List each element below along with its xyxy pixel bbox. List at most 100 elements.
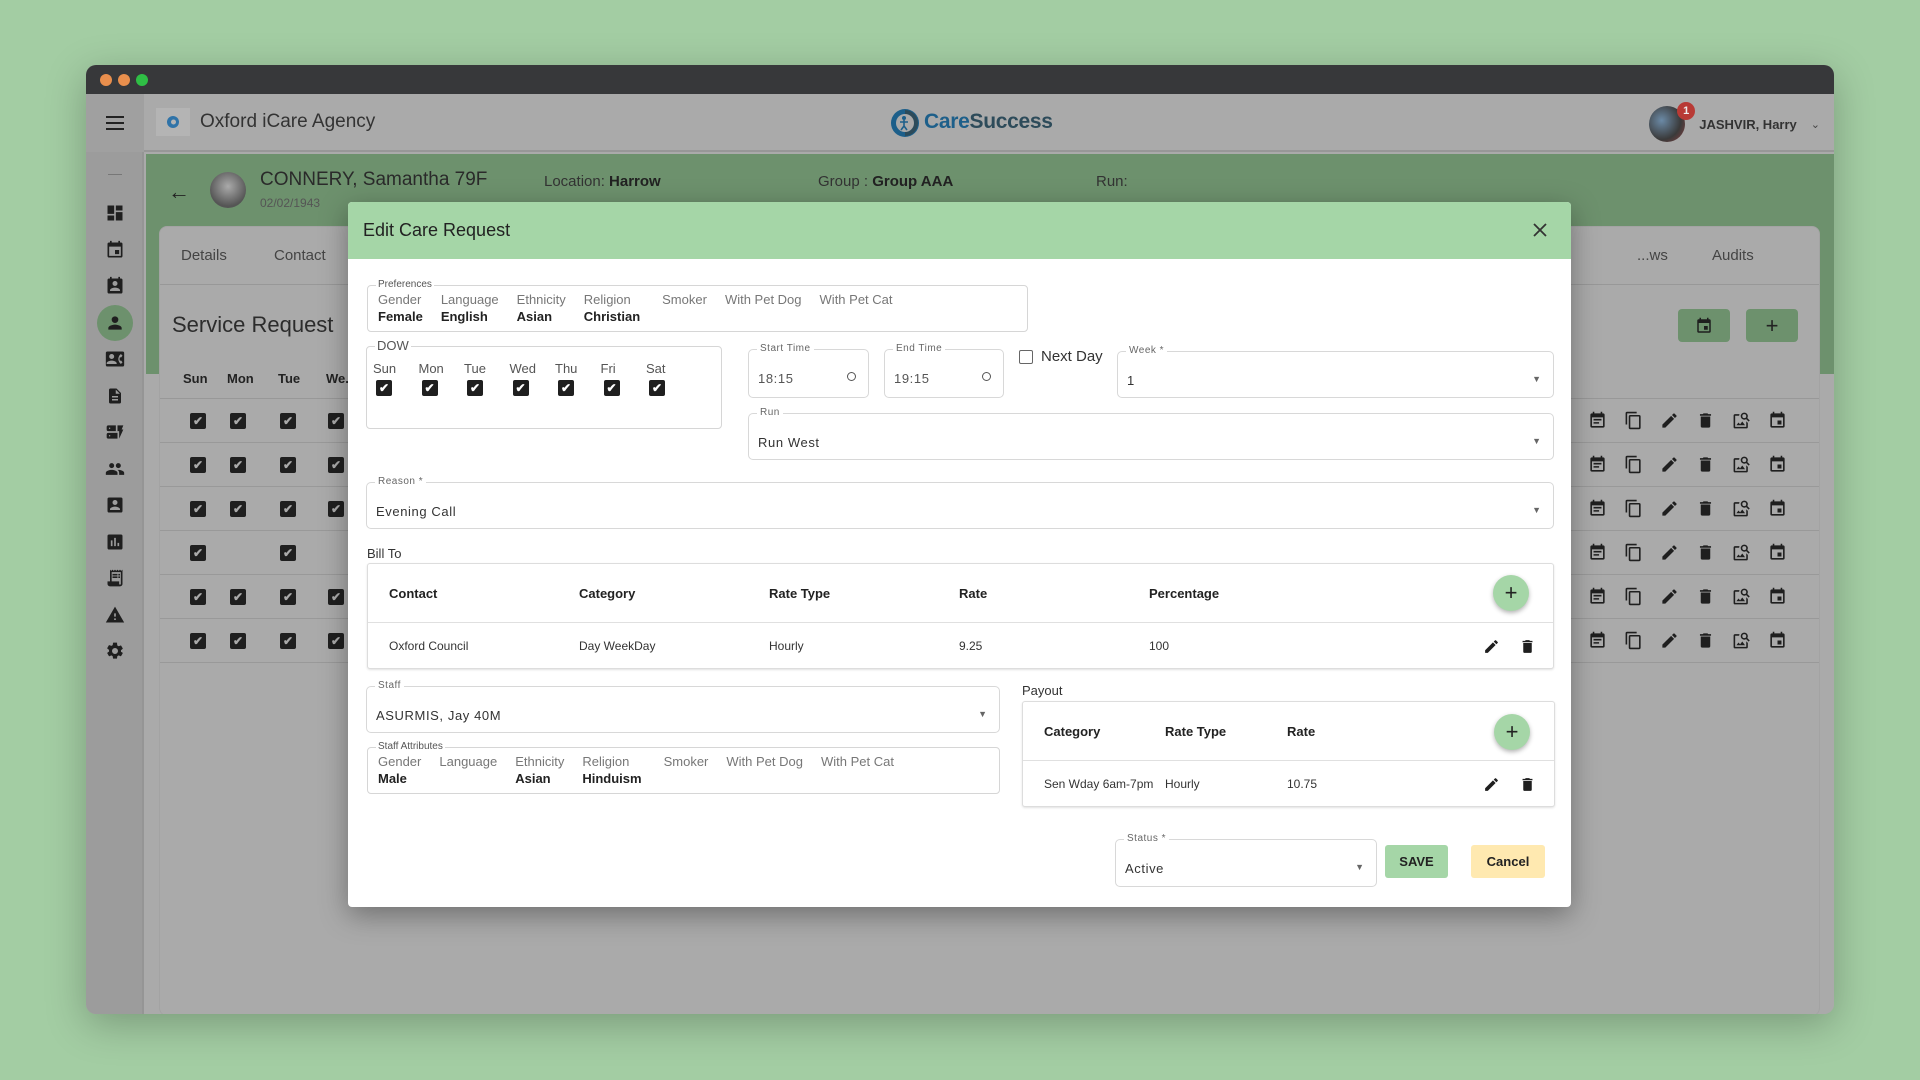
copy-button[interactable] <box>1623 498 1643 518</box>
checkbox-checked-icon[interactable]: ✔ <box>280 413 296 429</box>
checkbox-checked-icon[interactable]: ✔ <box>649 380 665 396</box>
menu-button[interactable] <box>86 94 144 152</box>
checkbox-checked-icon[interactable]: ✔ <box>190 545 206 561</box>
checkbox-checked-icon[interactable]: ✔ <box>558 380 574 396</box>
edit-bill-to-button[interactable] <box>1482 637 1500 655</box>
sidebar-item-staff[interactable] <box>86 451 144 488</box>
add-payout-button[interactable]: + <box>1494 714 1530 750</box>
end-time-field[interactable]: End Time 19:15 <box>884 343 1004 398</box>
checkbox-checked-icon[interactable]: ✔ <box>280 545 296 561</box>
delete-bill-to-button[interactable] <box>1518 637 1536 655</box>
add-bill-to-button[interactable]: + <box>1493 575 1529 611</box>
sidebar-item-forms[interactable] <box>86 414 144 451</box>
copy-button[interactable] <box>1623 410 1643 430</box>
checkbox-checked-icon[interactable]: ✔ <box>190 589 206 605</box>
checkbox-checked-icon[interactable]: ✔ <box>280 633 296 649</box>
checkbox-checked-icon[interactable]: ✔ <box>328 457 344 473</box>
event-note-button[interactable] <box>1587 630 1607 650</box>
image-search-button[interactable] <box>1731 410 1751 430</box>
checkbox-checked-icon[interactable]: ✔ <box>328 589 344 605</box>
checkbox-unchecked-icon[interactable] <box>1019 349 1033 364</box>
event-button[interactable] <box>1767 498 1787 518</box>
sidebar-item-contacts[interactable] <box>86 341 144 378</box>
sidebar-item-calendar[interactable] <box>86 232 144 269</box>
checkbox-checked-icon[interactable]: ✔ <box>603 380 620 396</box>
checkbox-checked-icon[interactable]: ✔ <box>190 457 206 473</box>
minimize-window-button[interactable] <box>118 74 130 86</box>
tab-details[interactable]: Details <box>181 247 227 264</box>
sidebar-item-incidents[interactable] <box>86 597 144 634</box>
edit-payout-button[interactable] <box>1482 775 1500 793</box>
image-search-button[interactable] <box>1731 630 1751 650</box>
copy-button[interactable] <box>1623 586 1643 606</box>
copy-button[interactable] <box>1623 542 1643 562</box>
checkbox-checked-icon[interactable]: ✔ <box>230 501 246 517</box>
save-button[interactable]: SAVE <box>1385 845 1448 878</box>
sidebar-item-dashboard[interactable] <box>86 195 144 232</box>
tab-audits[interactable]: Audits <box>1712 247 1754 264</box>
event-button[interactable] <box>1767 586 1787 606</box>
checkbox-checked-icon[interactable]: ✔ <box>421 380 438 396</box>
staff-select[interactable]: Staff ASURMIS, Jay 40M ▼ <box>366 680 1000 733</box>
event-note-button[interactable] <box>1587 498 1607 518</box>
cancel-button[interactable]: Cancel <box>1471 845 1545 878</box>
user-menu[interactable]: 1 JASHVIR, Harry ⌄ <box>1649 102 1820 142</box>
checkbox-checked-icon[interactable]: ✔ <box>328 501 344 517</box>
checkbox-checked-icon[interactable]: ✔ <box>280 589 296 605</box>
copy-button[interactable] <box>1623 454 1643 474</box>
user-avatar[interactable]: 1 <box>1649 102 1696 142</box>
checkbox-checked-icon[interactable]: ✔ <box>230 413 246 429</box>
delete-button[interactable] <box>1695 410 1715 430</box>
start-time-field[interactable]: Start Time 18:15 <box>748 343 869 398</box>
event-note-button[interactable] <box>1587 586 1607 606</box>
run-select[interactable]: Run Run West ▼ <box>748 407 1554 460</box>
maximize-window-button[interactable] <box>136 74 148 86</box>
edit-button[interactable] <box>1659 454 1679 474</box>
delete-button[interactable] <box>1695 498 1715 518</box>
image-search-button[interactable] <box>1731 586 1751 606</box>
image-search-button[interactable] <box>1731 542 1751 562</box>
edit-button[interactable] <box>1659 542 1679 562</box>
reason-select[interactable]: Reason * Evening Call ▼ <box>366 476 1554 529</box>
event-button[interactable] <box>1767 454 1787 474</box>
checkbox-checked-icon[interactable]: ✔ <box>190 501 206 517</box>
sidebar-item-profile[interactable] <box>86 487 144 524</box>
clock-icon[interactable] <box>847 372 856 381</box>
checkbox-checked-icon[interactable]: ✔ <box>190 413 206 429</box>
delete-button[interactable] <box>1695 586 1715 606</box>
sidebar-item-clients[interactable] <box>86 304 144 342</box>
checkbox-checked-icon[interactable]: ✔ <box>376 380 392 396</box>
add-request-button[interactable]: + <box>1746 309 1798 342</box>
tab-contact[interactable]: Contact <box>274 247 326 264</box>
checkbox-checked-icon[interactable]: ✔ <box>230 589 246 605</box>
checkbox-checked-icon[interactable]: ✔ <box>190 633 206 649</box>
checkbox-checked-icon[interactable]: ✔ <box>512 380 529 396</box>
event-button[interactable] <box>1767 542 1787 562</box>
copy-button[interactable] <box>1623 630 1643 650</box>
event-note-button[interactable] <box>1587 410 1607 430</box>
next-day-checkbox[interactable]: Next Day <box>1019 348 1103 365</box>
sidebar-item-documents[interactable] <box>86 378 144 415</box>
tab-reviews[interactable]: ...ws <box>1637 247 1668 264</box>
checkbox-checked-icon[interactable]: ✔ <box>328 413 344 429</box>
delete-button[interactable] <box>1695 630 1715 650</box>
event-note-button[interactable] <box>1587 454 1607 474</box>
image-search-button[interactable] <box>1731 454 1751 474</box>
event-button[interactable] <box>1767 410 1787 430</box>
checkbox-checked-icon[interactable]: ✔ <box>467 380 483 396</box>
week-select[interactable]: Week * 1 ▼ <box>1117 345 1554 398</box>
checkbox-checked-icon[interactable]: ✔ <box>230 457 246 473</box>
close-window-button[interactable] <box>100 74 112 86</box>
sidebar-item-invoices[interactable] <box>86 560 144 597</box>
agency-selector[interactable]: Oxford iCare Agency <box>156 108 375 136</box>
calendar-button[interactable] <box>1678 309 1730 342</box>
edit-button[interactable] <box>1659 630 1679 650</box>
image-search-button[interactable] <box>1731 498 1751 518</box>
delete-payout-button[interactable] <box>1518 775 1536 793</box>
edit-button[interactable] <box>1659 498 1679 518</box>
chevron-down-icon[interactable]: ⌄ <box>1811 118 1820 131</box>
edit-button[interactable] <box>1659 586 1679 606</box>
event-note-button[interactable] <box>1587 542 1607 562</box>
checkbox-checked-icon[interactable]: ✔ <box>280 457 296 473</box>
delete-button[interactable] <box>1695 454 1715 474</box>
